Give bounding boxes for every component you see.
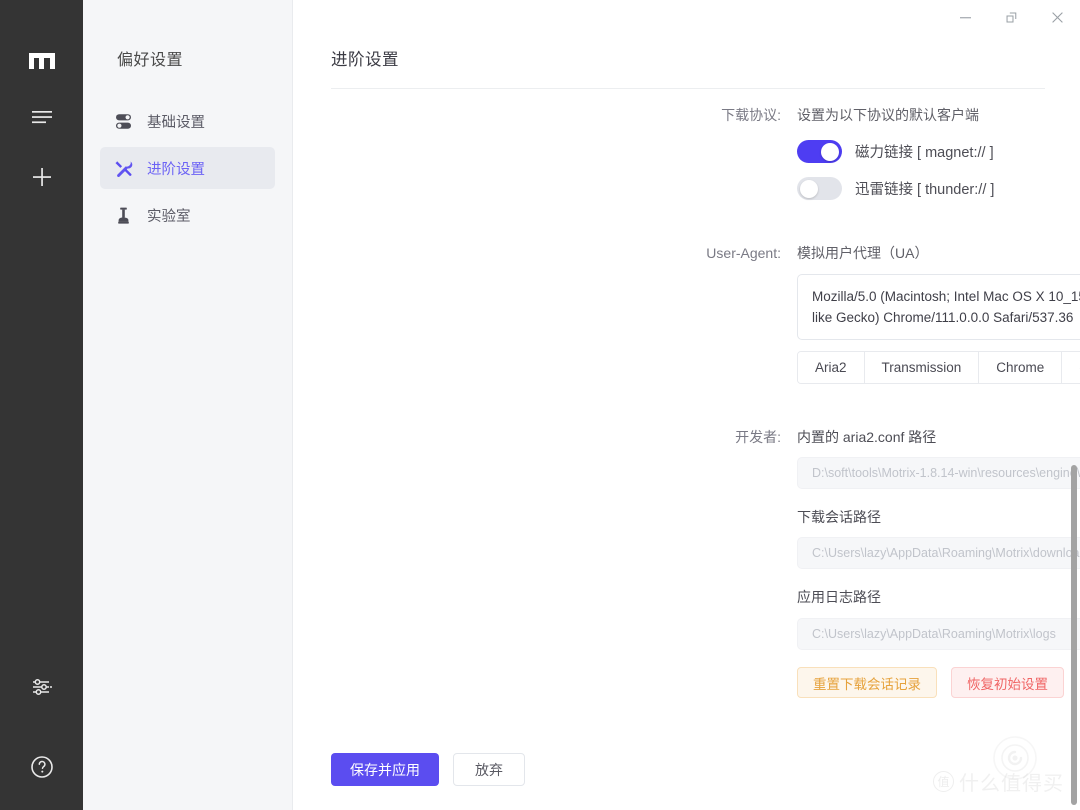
app-rail xyxy=(0,0,83,810)
settings-sliders-icon[interactable] xyxy=(19,664,65,710)
log-path-line: C:\Users\lazy\AppData\Roaming\Motrix\log… xyxy=(797,617,1080,650)
close-icon[interactable] xyxy=(1034,0,1080,34)
thunder-toggle-row: 迅雷链接 [ thunder:// ] xyxy=(797,177,1080,200)
row-user-agent: User-Agent: 模拟用户代理（UA） Mozilla/5.0 (Maci… xyxy=(293,242,1080,384)
nav-list: 基础设置 进阶设置 实验室 xyxy=(100,100,275,236)
watermark: 值 什么值得买 xyxy=(933,767,1064,796)
settings-form: 下载协议: 设置为以下协议的默认客户端 磁力链接 [ magnet:// ] 迅 xyxy=(293,104,1080,698)
rail-bottom-group xyxy=(19,664,65,790)
form-footer: 保存并应用 放弃 xyxy=(331,753,525,786)
user-agent-hint: 模拟用户代理（UA） xyxy=(797,245,929,261)
thunder-toggle-label: 迅雷链接 [ thunder:// ] xyxy=(855,182,995,198)
app-window: 偏好设置 基础设置 进阶设置 实验室 进阶设置 下载协议: 设置为以下协议的默认… xyxy=(0,0,1080,810)
discard-button[interactable]: 放弃 xyxy=(453,753,525,786)
toggle-knob xyxy=(821,142,839,161)
log-path-value: C:\Users\lazy\AppData\Roaming\Motrix\log… xyxy=(812,626,1056,641)
developer-actions: 重置下载会话记录 恢复初始设置 xyxy=(797,667,1080,698)
toggle-knob xyxy=(800,179,818,198)
title-divider xyxy=(331,88,1045,89)
toggle-sliders-icon xyxy=(114,112,133,131)
magnet-toggle-row: 磁力链接 [ magnet:// ] xyxy=(797,140,1080,163)
flask-icon xyxy=(114,206,133,225)
watermark-badge: 值 xyxy=(933,771,954,792)
ua-preset-aria2[interactable]: Aria2 xyxy=(798,352,865,383)
user-agent-presets: Aria2 Transmission Chrome du xyxy=(797,351,1080,384)
page-title: 进阶设置 xyxy=(331,51,399,69)
sidebar-item-label: 实验室 xyxy=(147,208,191,225)
session-path-label: 下载会话路径 xyxy=(797,509,881,525)
user-agent-label: User-Agent: xyxy=(706,245,781,261)
sidebar-item-basic-settings[interactable]: 基础设置 xyxy=(100,100,275,142)
row-download-protocol: 下载协议: 设置为以下协议的默认客户端 磁力链接 [ magnet:// ] 迅 xyxy=(293,104,1080,200)
watermark-text: 什么值得买 xyxy=(959,773,1064,795)
user-agent-body: 模拟用户代理（UA） Mozilla/5.0 (Macintosh; Intel… xyxy=(791,242,1080,384)
watermark-logo-icon xyxy=(992,735,1038,786)
developer-body: 内置的 aria2.conf 路径 D:\soft\tools\Motrix-1… xyxy=(791,426,1080,698)
wrench-screwdriver-icon xyxy=(114,159,133,178)
developer-label: 开发者: xyxy=(735,429,781,445)
main-pane: 进阶设置 下载协议: 设置为以下协议的默认客户端 磁力链接 [ magnet:/… xyxy=(293,0,1080,810)
row-developer: 开发者: 内置的 aria2.conf 路径 D:\soft\tools\Mot… xyxy=(293,426,1080,698)
download-protocol-hint: 设置为以下协议的默认客户端 xyxy=(797,107,979,123)
save-button[interactable]: 保存并应用 xyxy=(331,753,439,786)
aria2conf-path-line: D:\soft\tools\Motrix-1.8.14-win\resource… xyxy=(797,457,1080,489)
aria2conf-path-label: 内置的 aria2.conf 路径 xyxy=(797,429,937,445)
download-protocol-label: 下载协议: xyxy=(721,107,781,123)
window-titlebar xyxy=(942,0,1080,34)
menu-icon[interactable] xyxy=(19,94,65,140)
user-agent-input[interactable]: Mozilla/5.0 (Macintosh; Intel Mac OS X 1… xyxy=(797,274,1080,340)
preferences-nav: 偏好设置 基础设置 进阶设置 实验室 xyxy=(83,0,293,810)
magnet-protocol-toggle[interactable] xyxy=(797,140,842,163)
log-path-label: 应用日志路径 xyxy=(797,589,881,605)
sidebar-item-lab[interactable]: 实验室 xyxy=(100,194,275,236)
minimize-icon[interactable] xyxy=(942,0,988,34)
ua-preset-transmission[interactable]: Transmission xyxy=(864,352,980,383)
sidebar-item-advanced-settings[interactable]: 进阶设置 xyxy=(100,147,275,189)
log-path-field[interactable]: C:\Users\lazy\AppData\Roaming\Motrix\log… xyxy=(797,617,1080,650)
session-path-field[interactable]: C:\Users\lazy\AppData\Roaming\Motrix\dow… xyxy=(797,537,1080,569)
magnet-toggle-label: 磁力链接 [ magnet:// ] xyxy=(855,145,994,161)
reset-all-settings-button[interactable]: 恢复初始设置 xyxy=(951,667,1064,698)
ua-preset-chrome[interactable]: Chrome xyxy=(979,352,1063,383)
ua-part: Mozilla/5.0 (Macintosh; Intel Mac OS X 1… xyxy=(812,289,1080,304)
ua-preset-du[interactable]: du xyxy=(1062,352,1080,383)
reset-session-button[interactable]: 重置下载会话记录 xyxy=(797,667,937,698)
vertical-scrollbar[interactable] xyxy=(1071,465,1077,805)
session-path-value: C:\Users\lazy\AppData\Roaming\Motrix\dow… xyxy=(812,546,1080,560)
preferences-title: 偏好设置 xyxy=(117,52,184,69)
help-circle-icon[interactable] xyxy=(19,744,65,790)
session-path-line: C:\Users\lazy\AppData\Roaming\Motrix\dow… xyxy=(797,537,1080,569)
sidebar-item-label: 基础设置 xyxy=(147,114,205,131)
add-icon[interactable] xyxy=(19,154,65,200)
app-logo xyxy=(22,40,62,80)
maximize-icon[interactable] xyxy=(988,0,1034,34)
aria2conf-path-value: D:\soft\tools\Motrix-1.8.14-win\resource… xyxy=(812,466,1080,480)
sidebar-item-label: 进阶设置 xyxy=(147,161,205,178)
thunder-protocol-toggle[interactable] xyxy=(797,177,842,200)
download-protocol-body: 设置为以下协议的默认客户端 磁力链接 [ magnet:// ] 迅雷链接 [ … xyxy=(791,104,1080,200)
aria2conf-path-field[interactable]: D:\soft\tools\Motrix-1.8.14-win\resource… xyxy=(797,457,1080,489)
